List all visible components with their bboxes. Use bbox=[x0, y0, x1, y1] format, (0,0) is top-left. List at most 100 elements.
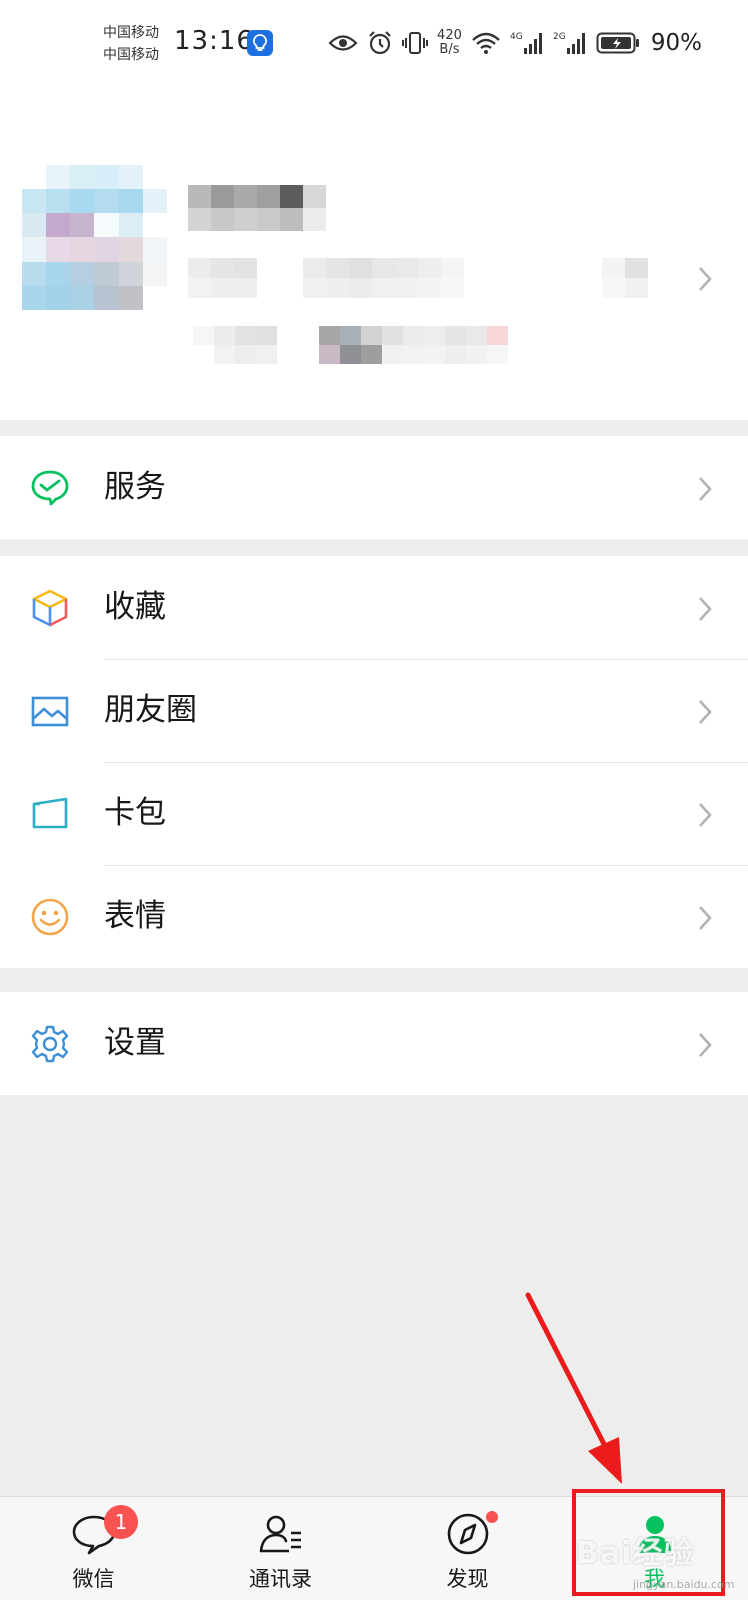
svg-text:2G: 2G bbox=[553, 32, 566, 42]
mosaic-cell bbox=[418, 258, 441, 278]
card-wallet-icon bbox=[32, 797, 68, 829]
tab-discover[interactable]: 发现 bbox=[374, 1497, 561, 1600]
tab-label-discover: 发现 bbox=[446, 1567, 489, 1591]
menu-group-settings: 设置 bbox=[0, 992, 748, 1095]
mosaic-cell bbox=[235, 326, 256, 345]
mosaic-cell bbox=[94, 285, 119, 310]
signal-icon: 4G bbox=[510, 30, 544, 56]
mosaic-cell bbox=[94, 165, 119, 190]
signal-icon-2: 2G bbox=[553, 30, 587, 56]
mosaic-cell bbox=[510, 278, 533, 298]
mosaic-cell bbox=[142, 285, 167, 310]
mosaic-cell bbox=[579, 278, 602, 298]
mosaic-cell bbox=[349, 278, 372, 298]
wechat-id-blurred bbox=[188, 258, 648, 298]
menu-item-settings[interactable]: 设置 bbox=[0, 992, 748, 1095]
mosaic-cell bbox=[188, 208, 211, 231]
profile-header[interactable] bbox=[0, 86, 748, 420]
mosaic-cell bbox=[257, 278, 280, 298]
chevron-right-icon bbox=[699, 267, 712, 291]
menu-item-stickers[interactable]: 表情 bbox=[0, 865, 748, 968]
mosaic-cell bbox=[22, 261, 47, 286]
menu-item-moments[interactable]: 朋友圈 bbox=[0, 659, 748, 762]
carrier-2: 中国移动 bbox=[103, 47, 159, 63]
mosaic-cell bbox=[46, 165, 71, 190]
battery-percent: 90% bbox=[650, 30, 702, 56]
mosaic-cell bbox=[382, 326, 403, 345]
mosaic-cell bbox=[142, 213, 167, 238]
mosaic-cell bbox=[372, 278, 395, 298]
chevron-right-icon bbox=[699, 803, 712, 827]
mosaic-cell bbox=[466, 326, 487, 345]
status-buttons-blurred[interactable] bbox=[193, 326, 571, 364]
tab-contacts[interactable]: 通讯录 bbox=[187, 1497, 374, 1600]
mosaic-cell bbox=[142, 165, 167, 190]
mosaic-cell bbox=[256, 345, 277, 364]
mosaic-cell bbox=[188, 278, 211, 298]
mosaic-cell bbox=[118, 165, 143, 190]
mosaic-cell bbox=[508, 345, 529, 364]
mosaic-cell bbox=[280, 258, 303, 278]
status-bar: 中国移动 中国移动 13:16 420 B/s 4G 2G 90% bbox=[0, 0, 748, 86]
mosaic-cell bbox=[142, 237, 167, 262]
mosaic-cell bbox=[556, 278, 579, 298]
mosaic-cell bbox=[211, 208, 234, 231]
mosaic-cell bbox=[193, 345, 214, 364]
mosaic-cell bbox=[277, 345, 298, 364]
menu-label-moments: 朋友圈 bbox=[104, 692, 197, 728]
mosaic-cell bbox=[441, 278, 464, 298]
mosaic-cell bbox=[395, 278, 418, 298]
tab-chats[interactable]: 1 微信 bbox=[0, 1497, 187, 1600]
favorites-cube-icon bbox=[32, 589, 68, 627]
mosaic-cell bbox=[22, 285, 47, 310]
mosaic-cell bbox=[403, 326, 424, 345]
mosaic-cell bbox=[214, 326, 235, 345]
mosaic-cell bbox=[280, 278, 303, 298]
mosaic-cell bbox=[70, 285, 95, 310]
mosaic-cell bbox=[361, 345, 382, 364]
mosaic-cell bbox=[550, 326, 571, 345]
mosaic-cell bbox=[211, 258, 234, 278]
mosaic-cell bbox=[464, 258, 487, 278]
mosaic-cell bbox=[303, 258, 326, 278]
mosaic-cell bbox=[625, 278, 648, 298]
mosaic-cell bbox=[46, 285, 71, 310]
mosaic-cell bbox=[424, 345, 445, 364]
mosaic-cell bbox=[118, 261, 143, 286]
speed-value: 420 bbox=[437, 28, 462, 43]
menu-item-favorites[interactable]: 收藏 bbox=[0, 556, 748, 659]
wifi-icon bbox=[471, 31, 501, 55]
mosaic-cell bbox=[70, 165, 95, 190]
mosaic-cell bbox=[280, 208, 303, 231]
menu-item-cards[interactable]: 卡包 bbox=[0, 762, 748, 865]
mosaic-cell bbox=[94, 213, 119, 238]
mosaic-cell bbox=[257, 208, 280, 231]
mosaic-cell bbox=[142, 261, 167, 286]
nickname-blurred bbox=[188, 185, 326, 231]
mosaic-cell bbox=[395, 258, 418, 278]
mosaic-cell bbox=[602, 258, 625, 278]
mosaic-cell bbox=[118, 285, 143, 310]
svg-text:4G: 4G bbox=[510, 32, 523, 42]
mosaic-cell bbox=[256, 326, 277, 345]
menu-group-service: 服务 bbox=[0, 436, 748, 539]
mosaic-cell bbox=[579, 258, 602, 278]
mosaic-cell bbox=[319, 326, 340, 345]
eye-icon bbox=[328, 32, 358, 54]
mosaic-cell bbox=[533, 258, 556, 278]
tab-label-chats: 微信 bbox=[72, 1567, 115, 1591]
mosaic-cell bbox=[70, 213, 95, 238]
mosaic-cell bbox=[550, 345, 571, 364]
mosaic-cell bbox=[234, 208, 257, 231]
avatar[interactable] bbox=[22, 165, 167, 310]
moments-picture-icon bbox=[31, 696, 69, 727]
mosaic-cell bbox=[211, 185, 234, 208]
menu-item-service[interactable]: 服务 bbox=[0, 436, 748, 539]
chevron-right-icon bbox=[699, 906, 712, 930]
status-indicators: 420 B/s 4G 2G 90% bbox=[328, 26, 702, 60]
mosaic-cell bbox=[234, 258, 257, 278]
mosaic-cell bbox=[508, 326, 529, 345]
mosaic-cell bbox=[372, 258, 395, 278]
mosaic-cell bbox=[277, 326, 298, 345]
mosaic-cell bbox=[487, 258, 510, 278]
